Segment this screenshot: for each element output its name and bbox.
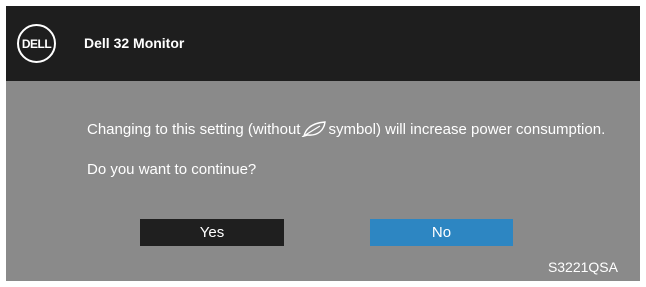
no-button[interactable]: No [370, 219, 513, 246]
message-text-before: Changing to this setting (without [87, 121, 301, 138]
monitor-osd-dialog: DELL Dell 32 Monitor Changing to this se… [6, 6, 640, 281]
monitor-title: Dell 32 Monitor [84, 35, 185, 51]
warning-message: Changing to this setting (without symbol… [87, 121, 605, 138]
osd-header: DELL Dell 32 Monitor [6, 6, 640, 81]
yes-button[interactable]: Yes [140, 219, 284, 246]
confirm-question: Do you want to continue? [87, 161, 257, 178]
eco-leaf-icon [302, 121, 327, 137]
message-text-after: symbol) will increase power consumption. [328, 121, 606, 138]
model-number: S3221QSA [547, 259, 618, 275]
dell-logo: DELL [17, 24, 56, 63]
